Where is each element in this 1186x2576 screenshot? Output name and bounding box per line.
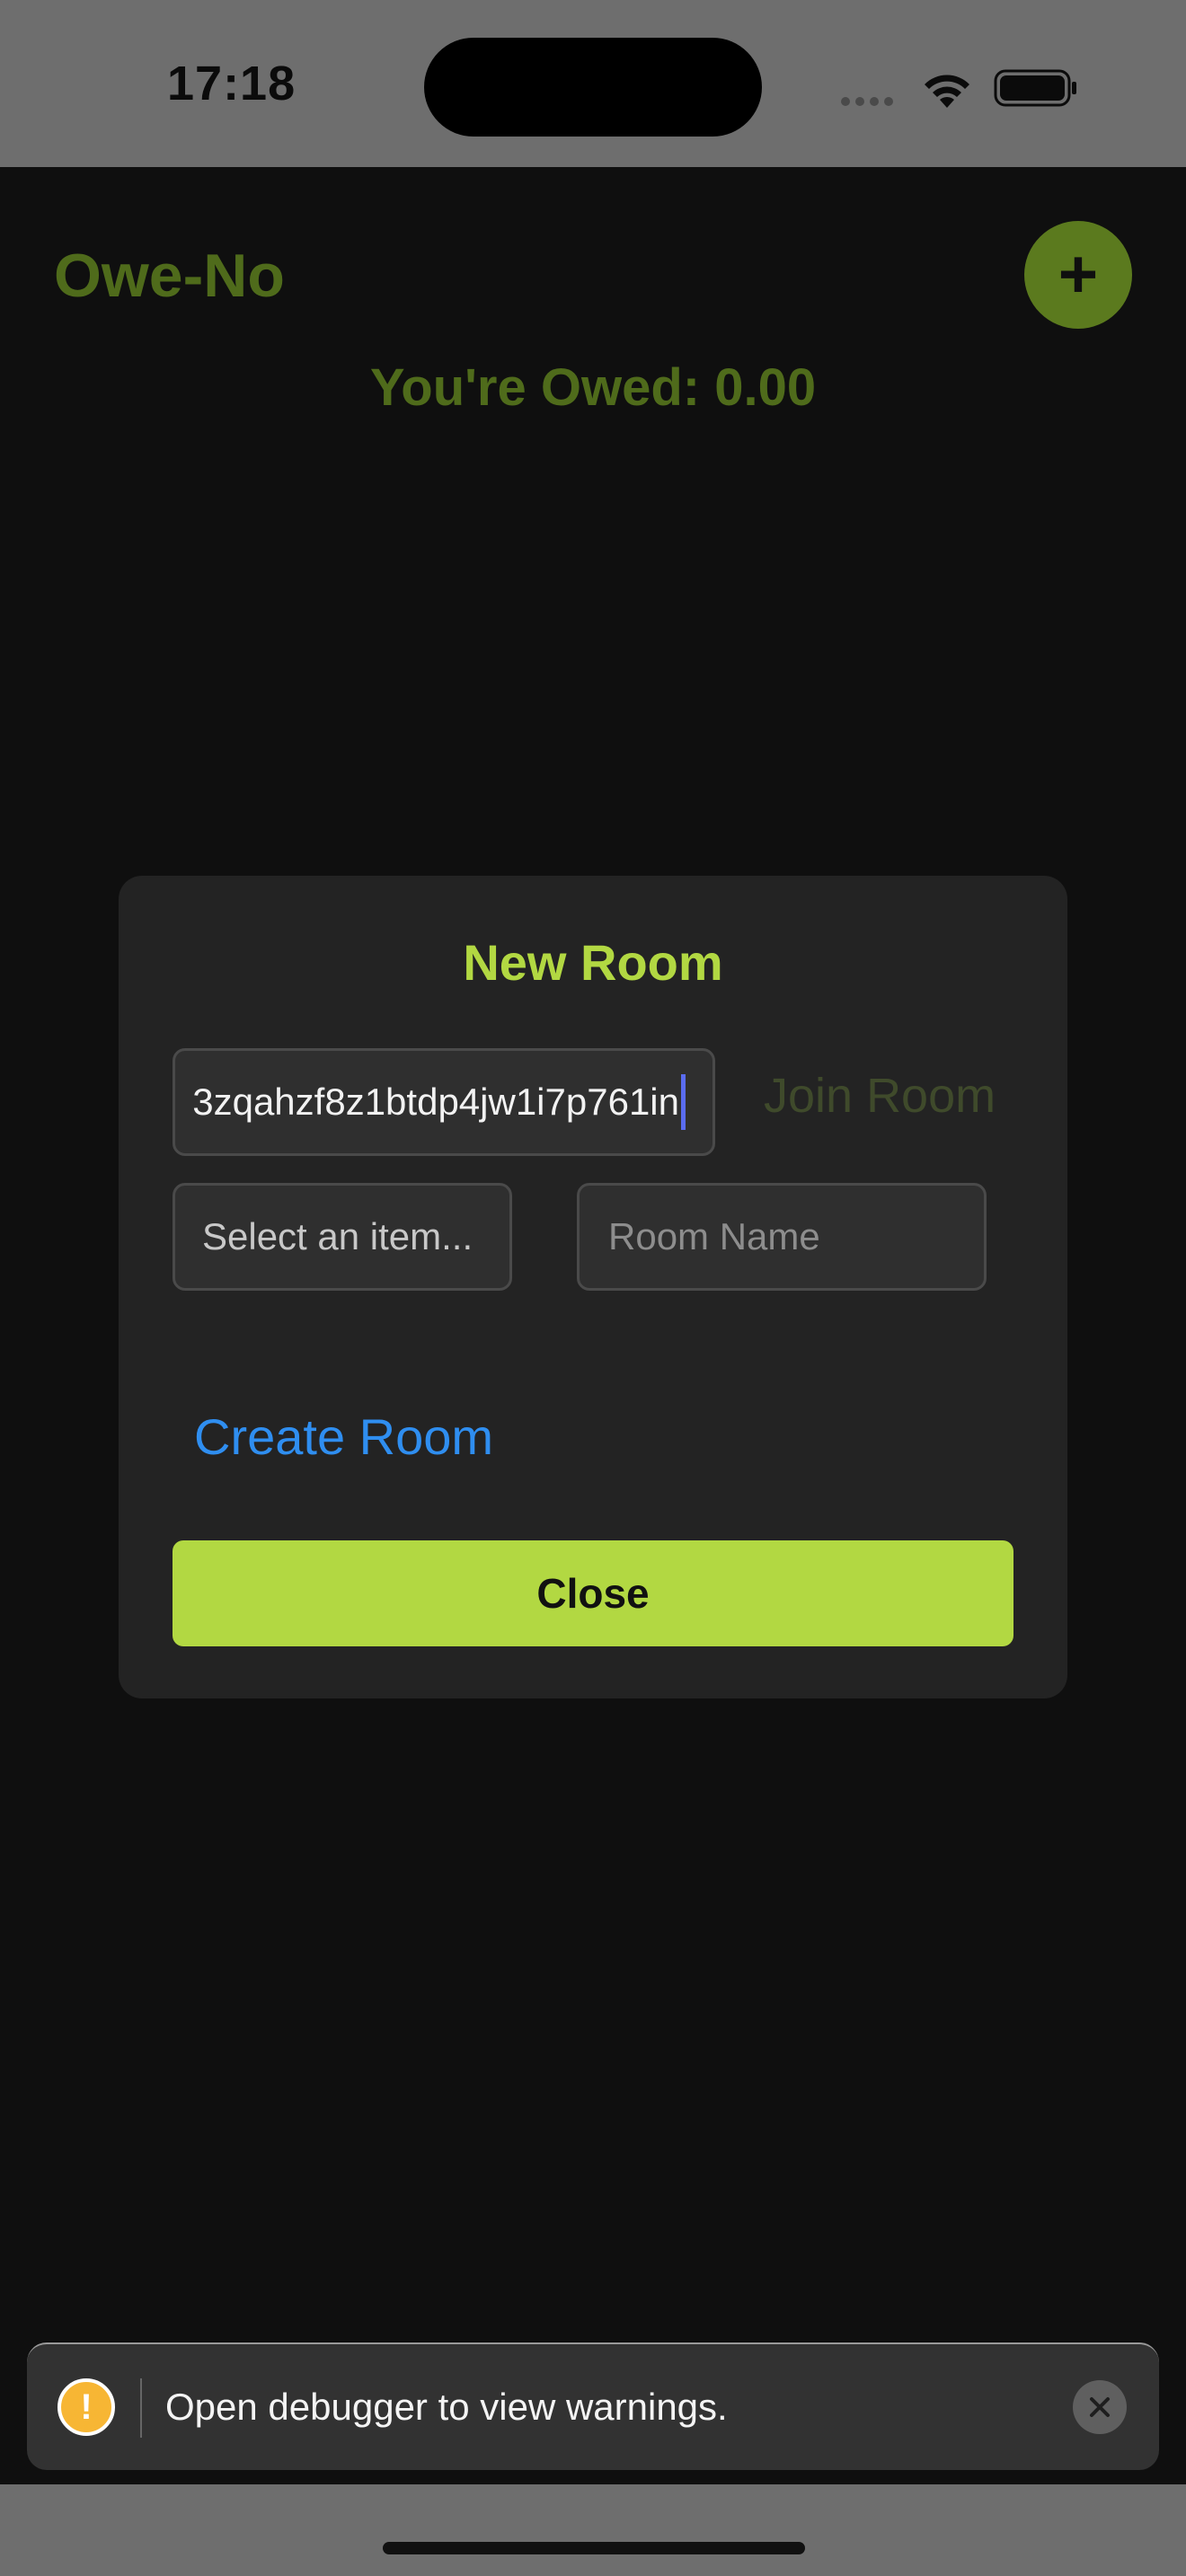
toast-divider (140, 2378, 142, 2438)
warning-toast[interactable]: ! Open debugger to view warnings. (27, 2342, 1159, 2470)
text-caret (681, 1074, 686, 1130)
room-code-value: 3zqahzf8z1btdp4jw1i7p761in (192, 1081, 679, 1123)
toast-message: Open debugger to view warnings. (165, 2386, 728, 2428)
warning-icon: ! (58, 2378, 115, 2436)
status-time: 17:18 (167, 57, 296, 110)
owed-summary: You're Owed: 0.00 (369, 358, 817, 417)
join-room-button[interactable]: Join Room (764, 1068, 996, 1124)
create-room-button[interactable]: Create Room (194, 1407, 493, 1466)
app-title: Owe-No (54, 242, 285, 310)
room-code-input[interactable]: 3zqahzf8z1btdp4jw1i7p761in (173, 1048, 715, 1156)
dynamic-island (424, 38, 762, 137)
item-select[interactable]: Select an item... (173, 1183, 512, 1291)
signal-dots-icon (841, 97, 893, 106)
status-bar: 17:18 (0, 0, 1186, 167)
close-icon[interactable] (1073, 2380, 1127, 2434)
battery-icon (994, 69, 1076, 107)
modal-title: New Room (463, 934, 723, 991)
home-indicator-area (0, 2484, 1186, 2576)
new-room-modal: New Room 3zqahzf8z1btdp4jw1i7p761in Join… (119, 876, 1067, 1698)
wifi-icon (925, 75, 969, 108)
home-indicator[interactable] (383, 2542, 805, 2554)
add-button[interactable]: + (1024, 221, 1132, 329)
close-button[interactable]: Close (173, 1540, 1013, 1646)
room-name-input[interactable]: Room Name (577, 1183, 987, 1291)
